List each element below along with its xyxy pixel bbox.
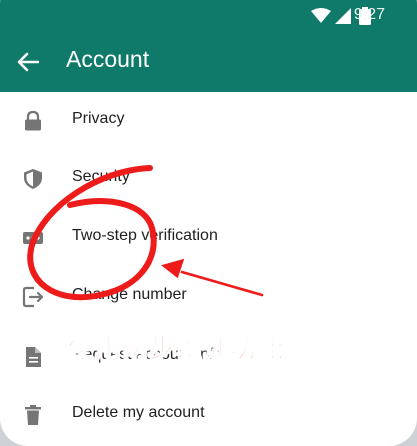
phone-screen: 9:27 Account Privacy Security Two-step v… bbox=[0, 0, 417, 446]
app-bar: 9:27 Account bbox=[0, 0, 417, 92]
arrow-left-icon bbox=[17, 52, 39, 72]
trash-icon bbox=[25, 405, 41, 425]
dots-icon bbox=[23, 232, 43, 244]
signal-icon bbox=[335, 8, 351, 24]
menu-item-label: Two-step verification bbox=[72, 227, 218, 244]
annotation-caption: 使用两步验证功能 bbox=[67, 334, 285, 365]
menu-item-label: Security bbox=[72, 168, 130, 185]
menu-item-delete-my-account[interactable]: Delete my account bbox=[0, 386, 417, 444]
status-bar: 9:27 bbox=[0, 0, 417, 32]
shield-icon bbox=[24, 169, 42, 189]
lock-icon bbox=[25, 110, 41, 131]
wifi-icon bbox=[311, 8, 331, 23]
menu-item-privacy[interactable]: Privacy bbox=[0, 92, 417, 150]
menu-item-change-number[interactable]: Change number bbox=[0, 268, 417, 326]
menu-item-label: Delete my account bbox=[72, 404, 205, 421]
menu-item-security[interactable]: Security bbox=[0, 150, 417, 208]
page-title: Account bbox=[66, 46, 150, 72]
menu-item-label: Privacy bbox=[72, 110, 125, 127]
menu-item-two-step-verification[interactable]: Two-step verification bbox=[0, 209, 417, 267]
change-number-icon bbox=[22, 286, 44, 308]
menu-item-label: Change number bbox=[72, 286, 187, 303]
document-icon bbox=[26, 347, 41, 367]
back-button[interactable] bbox=[10, 44, 46, 80]
status-time: 9:27 bbox=[353, 6, 385, 23]
